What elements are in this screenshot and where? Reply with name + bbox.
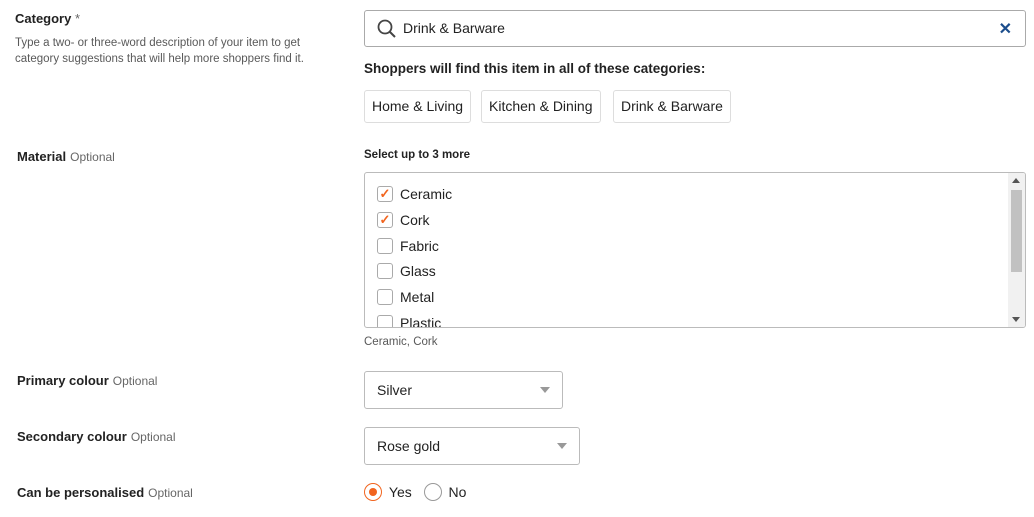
material-hint: Select up to 3 more <box>364 149 471 161</box>
material-list[interactable]: ✓ Ceramic ✓ Cork Fabric Glass Metal Plasti… <box>364 172 1026 328</box>
option-label: Cork <box>400 212 430 228</box>
caret-down-icon <box>540 387 550 393</box>
checkbox[interactable] <box>377 289 393 305</box>
material-option-fabric[interactable]: Fabric <box>377 238 439 254</box>
scroll-thumb[interactable] <box>1011 190 1022 272</box>
primary-colour-select[interactable]: Silver <box>364 371 563 409</box>
personalised-radio-group: Yes No <box>364 483 467 502</box>
category-tag: Home & Living <box>364 90 472 123</box>
category-label-text: Category <box>15 11 72 26</box>
scroll-up-icon[interactable] <box>1012 178 1020 183</box>
checkbox-checked[interactable]: ✓ <box>377 212 393 228</box>
secondary-colour-label: Secondary colour Optional <box>17 429 176 444</box>
checkbox[interactable] <box>377 263 393 279</box>
material-label: Material Optional <box>17 149 115 164</box>
select-value: Rose gold <box>377 438 441 454</box>
checkbox[interactable] <box>377 315 393 327</box>
optional-tag: Optional <box>130 430 176 444</box>
option-label: Glass <box>400 263 436 279</box>
checkbox[interactable] <box>377 238 393 254</box>
radio-no-label[interactable]: No <box>449 484 467 500</box>
category-help: Type a two- or three-word description of… <box>15 37 304 65</box>
select-value: Silver <box>377 382 413 398</box>
category-tag: Kitchen & Dining <box>481 90 601 123</box>
material-summary: Ceramic, Cork <box>364 336 438 348</box>
clear-icon[interactable]: ✕ <box>999 19 1012 39</box>
category-label: Category * <box>15 11 80 26</box>
material-option-cork[interactable]: ✓ Cork <box>377 212 430 228</box>
secondary-colour-label-text: Secondary colour <box>17 429 127 444</box>
optional-tag: Optional <box>70 150 115 164</box>
option-label: Plastic <box>400 315 442 328</box>
material-option-plastic[interactable]: Plastic <box>377 315 442 328</box>
primary-colour-label-text: Primary colour <box>17 373 109 388</box>
material-option-glass[interactable]: Glass <box>377 263 436 279</box>
category-search-input[interactable]: Drink & Barware ✕ <box>364 10 1026 47</box>
shoppers-heading: Shoppers will find this item in all of t… <box>364 61 706 76</box>
primary-colour-label: Primary colour Optional <box>17 373 157 388</box>
option-label: Fabric <box>400 238 439 254</box>
required-mark: * <box>74 11 81 26</box>
optional-tag: Optional <box>112 374 158 388</box>
radio-yes-label[interactable]: Yes <box>389 484 412 500</box>
material-option-ceramic[interactable]: ✓ Ceramic <box>377 186 452 202</box>
scrollbar[interactable] <box>1008 173 1025 327</box>
option-label: Ceramic <box>400 186 453 202</box>
checkbox-checked[interactable]: ✓ <box>377 186 393 202</box>
personalised-label: Can be personalised Optional <box>17 485 193 500</box>
search-value: Drink & Barware <box>403 20 505 36</box>
radio-yes[interactable] <box>364 483 382 502</box>
option-label: Metal <box>400 289 435 305</box>
radio-no[interactable] <box>423 483 442 502</box>
material-option-metal[interactable]: Metal <box>377 289 434 305</box>
secondary-colour-select[interactable]: Rose gold <box>364 427 580 465</box>
scroll-down-icon[interactable] <box>1012 317 1020 322</box>
optional-tag: Optional <box>148 486 193 500</box>
search-icon <box>377 19 396 38</box>
personalised-label-text: Can be personalised <box>17 485 145 500</box>
caret-down-icon <box>557 443 567 449</box>
category-tag: Drink & Barware <box>613 90 731 123</box>
material-label-text: Material <box>17 149 67 164</box>
